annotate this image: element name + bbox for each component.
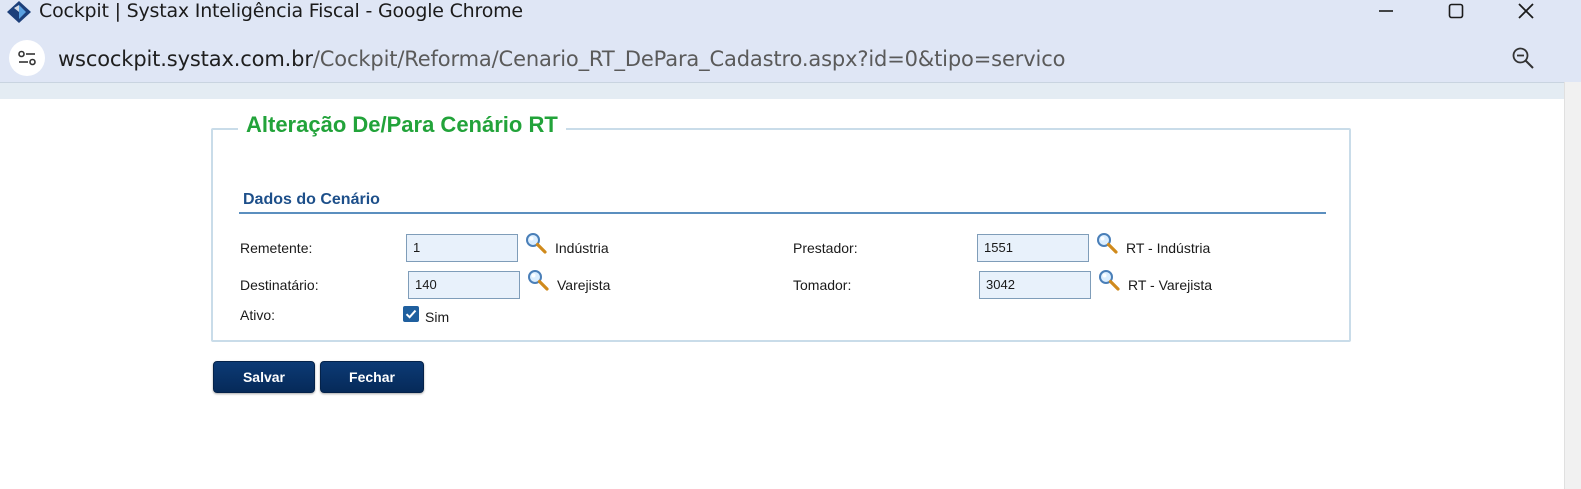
page-top-strip	[0, 82, 1568, 99]
magnifier-lookup-icon	[1099, 270, 1120, 291]
minimize-icon	[1379, 10, 1393, 12]
remetente-description: Indústria	[555, 240, 609, 256]
window-title: Cockpit | Systax Inteligência Fiscal - G…	[39, 0, 523, 22]
magnifier-lookup-icon	[528, 270, 549, 291]
tomador-label: Tomador:	[793, 277, 852, 293]
maximize-button[interactable]	[1426, 0, 1486, 22]
destinatario-field[interactable]	[408, 271, 520, 299]
tomador-lookup-button[interactable]	[1098, 269, 1120, 291]
systax-logo-icon	[6, 1, 32, 23]
remetente-label: Remetente:	[240, 240, 313, 256]
prestador-lookup-button[interactable]	[1096, 232, 1118, 254]
destinatario-lookup-button[interactable]	[527, 269, 549, 291]
check-icon	[405, 309, 417, 319]
ativo-label: Ativo:	[240, 307, 276, 323]
prestador-label: Prestador:	[793, 240, 858, 256]
form-fieldset	[211, 128, 1351, 342]
section-divider	[239, 212, 1326, 214]
url-text[interactable]: wscockpit.systax.com.br/Cockpit/Reforma/…	[58, 46, 1065, 72]
close-icon	[1518, 3, 1534, 19]
browser-title-bar: Cockpit | Systax Inteligência Fiscal - G…	[0, 0, 1581, 34]
url-path: /Cockpit/Reforma/Cenario_RT_DePara_Cadas…	[312, 47, 1066, 71]
prestador-input[interactable]	[984, 240, 1088, 255]
minimize-button[interactable]	[1356, 0, 1416, 22]
tomador-input[interactable]	[986, 277, 1090, 292]
site-info-button[interactable]	[9, 40, 45, 76]
close-button[interactable]: Fechar	[320, 361, 424, 393]
destinatario-description: Varejista	[557, 277, 611, 293]
site-settings-icon	[18, 50, 36, 66]
prestador-field[interactable]	[977, 234, 1089, 262]
close-window-button[interactable]	[1496, 0, 1556, 22]
section-title: Dados do Cenário	[243, 191, 380, 208]
magnifier-lookup-icon	[1097, 233, 1118, 254]
ativo-option-label[interactable]: Sim	[425, 309, 449, 325]
remetente-lookup-button[interactable]	[525, 232, 547, 254]
save-button[interactable]: Salvar	[213, 361, 315, 393]
ativo-checkbox[interactable]	[403, 306, 419, 322]
prestador-description: RT - Indústria	[1126, 240, 1211, 256]
magnifier-lookup-icon	[526, 233, 547, 254]
remetente-field[interactable]	[406, 234, 518, 262]
address-bar: wscockpit.systax.com.br/Cockpit/Reforma/…	[0, 34, 1581, 82]
zoom-button[interactable]	[1509, 44, 1537, 72]
destinatario-label: Destinatário:	[240, 277, 319, 293]
destinatario-input[interactable]	[415, 277, 519, 292]
remetente-input[interactable]	[413, 240, 517, 255]
url-host: wscockpit.systax.com.br	[58, 47, 313, 71]
tomador-description: RT - Varejista	[1128, 277, 1213, 293]
page-scrollbar[interactable]	[1564, 82, 1581, 489]
tomador-field[interactable]	[979, 271, 1091, 299]
maximize-icon	[1448, 3, 1464, 19]
zoom-icon	[1512, 47, 1534, 69]
form-legend: Alteração De/Para Cenário RT	[238, 111, 566, 139]
